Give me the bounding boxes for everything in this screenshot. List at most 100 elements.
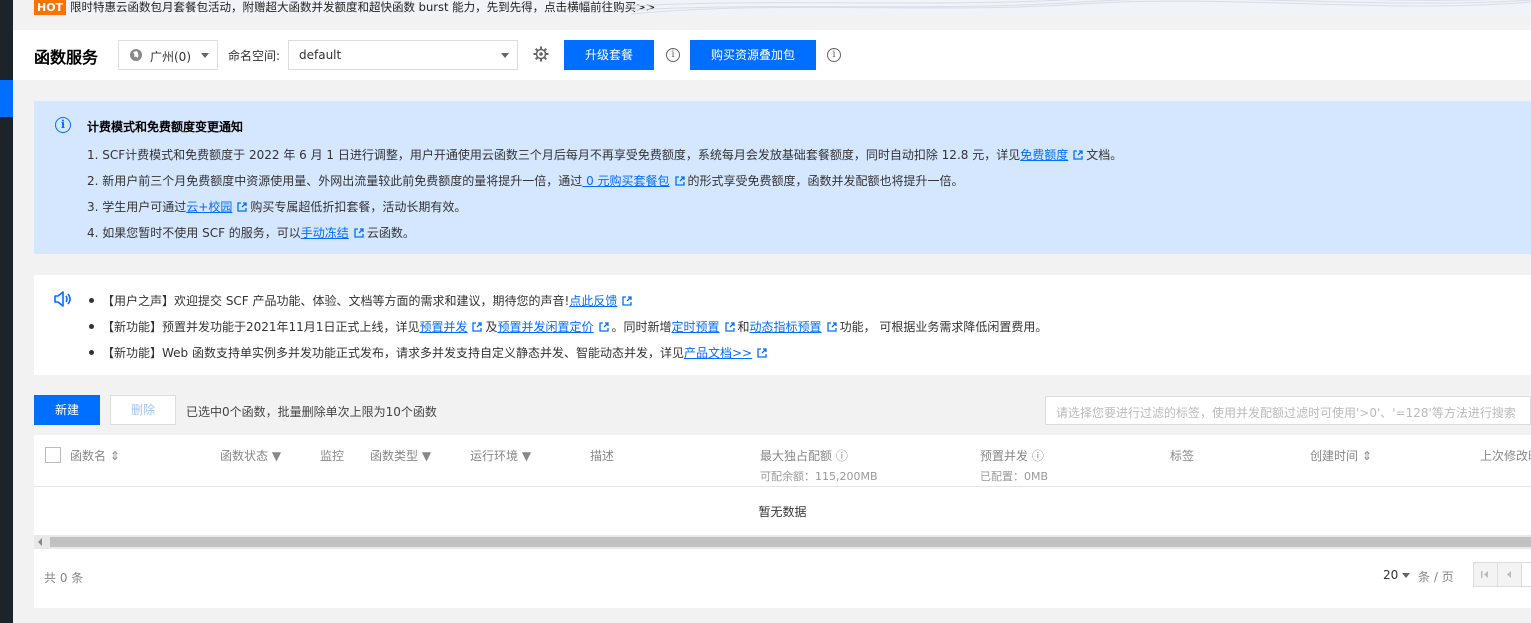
- column-modified[interactable]: 上次修改时: [1480, 447, 1531, 464]
- external-link-icon: [757, 348, 767, 358]
- buy-addon-button[interactable]: 购买资源叠加包: [690, 40, 816, 70]
- campus-link[interactable]: 云+校园: [186, 200, 232, 214]
- left-nav-active-indicator[interactable]: [0, 80, 13, 117]
- metric-provision-link[interactable]: 动态指标预置: [750, 320, 822, 334]
- chevron-down-icon: [1402, 573, 1411, 578]
- announcement-item-3: 【新功能】Web 函数支持单实例多并发功能正式发布，请求多并发支持自定义静态并发…: [89, 344, 770, 361]
- page-title: 函数服务: [34, 48, 99, 67]
- select-all-checkbox[interactable]: [45, 447, 61, 463]
- column-provisioned: 预置并发 ⓘ 已配置：0MB: [980, 447, 1048, 484]
- total-count: 共 0 条: [44, 571, 84, 585]
- column-tags: 标签: [1170, 449, 1195, 463]
- namespace-select[interactable]: default: [288, 40, 518, 70]
- announcement-3-text: 【新功能】Web 函数支持单实例多并发功能正式发布，请求多并发支持自定义静态并发…: [102, 346, 684, 360]
- notice-line-4: 4. 如果您暂时不使用 SCF 的服务，可以手动冻结 云函数。: [87, 224, 415, 241]
- selection-info: 已选中0个函数，批量删除单次上限为10个函数: [186, 405, 437, 419]
- product-docs-link[interactable]: 产品文档>>: [684, 346, 752, 360]
- empty-state: 暂无数据: [758, 505, 807, 519]
- notice-line-2-text: 2. 新用户前三个月免费额度中资源使用量、外网出流量较此前免费额度的量将提升一倍…: [87, 174, 583, 188]
- first-page-icon: [1481, 571, 1488, 578]
- scroll-left-arrow[interactable]: [38, 538, 42, 546]
- info-icon[interactable]: ⓘ: [1032, 449, 1044, 463]
- gear-icon[interactable]: [533, 46, 549, 62]
- provisioned-concurrency-link[interactable]: 预置并发: [419, 320, 467, 334]
- prev-page-button[interactable]: [1497, 562, 1522, 587]
- notice-line-4-tail: 云函数。: [366, 226, 415, 240]
- promo-banner-text[interactable]: 限时特惠云函数包月套餐包活动，附赠超大函数并发额度和超快函数 burst 能力，…: [70, 0, 655, 15]
- buy-package-link[interactable]: 0 元购买套餐包: [582, 174, 669, 188]
- delete-button[interactable]: 删除: [110, 395, 176, 425]
- announcement-item-1: 【用户之声】欢迎提交 SCF 产品功能、体验、文档等方面的需求和建议，期待您的声…: [89, 292, 635, 309]
- notice-line-3: 3. 学生用户可通过云+校园 购买专属超低折扣套餐，活动长期有效。: [87, 198, 466, 215]
- chevron-down-icon: [201, 53, 209, 58]
- notice-line-2-tail: 的形式享受免费额度，函数并发配额也将提升一倍。: [687, 174, 964, 188]
- column-status-label: 函数状态: [220, 449, 269, 463]
- column-created-label: 创建时间: [1310, 449, 1359, 463]
- region-value: 广州(0): [150, 50, 191, 64]
- search-placeholder: 请选择您要进行过滤的标签，使用并发配额过滤时可使用'>0'、'=128'等方法进…: [1056, 406, 1516, 420]
- new-function-button[interactable]: 新建: [34, 395, 100, 425]
- banner-wave-decoration: [631, 0, 1531, 15]
- announcement-panel: 【用户之声】欢迎提交 SCF 产品功能、体验、文档等方面的需求和建议，期待您的声…: [34, 275, 1531, 375]
- column-description: 描述: [590, 449, 615, 463]
- function-table: 函数名 ⇕ 函数状态 ▼ 监控 函数类型 ▼ 运行环境 ▼ 描述 最大独占配额 …: [34, 435, 1531, 608]
- notice-line-1-text: 1. SCF计费模式和免费额度于 2022 年 6 月 1 日进行调整，用户开通…: [87, 148, 1021, 162]
- column-type[interactable]: 函数类型 ▼: [370, 447, 431, 464]
- external-link-icon: [826, 322, 837, 332]
- column-runtime[interactable]: 运行环境 ▼: [470, 447, 531, 464]
- page-number-input[interactable]: [1521, 562, 1531, 587]
- prev-page-icon: [1507, 571, 1511, 578]
- column-name[interactable]: 函数名 ⇕: [70, 447, 120, 464]
- buy-info-icon[interactable]: i: [827, 48, 841, 62]
- scheduled-provision-link[interactable]: 定时预置: [672, 320, 720, 334]
- table-header: 函数名 ⇕ 函数状态 ▼ 监控 函数类型 ▼ 运行环境 ▼ 描述 最大独占配额 …: [34, 435, 1531, 487]
- notice-line-3-text: 3. 学生用户可通过: [87, 200, 187, 214]
- column-provisioned-label: 预置并发: [980, 449, 1029, 463]
- info-circle-icon: i: [55, 117, 71, 133]
- chevron-down-icon: [501, 53, 509, 58]
- region-select[interactable]: 广州(0): [118, 40, 218, 70]
- announcement-1-text: 【用户之声】欢迎提交 SCF 产品功能、体验、文档等方面的需求和建议，期待您的声…: [102, 294, 570, 308]
- external-link-icon: [724, 322, 735, 332]
- sort-icon: ⇕: [109, 449, 120, 463]
- namespace-value: default: [299, 48, 342, 62]
- provisioned-configured: 已配置：0MB: [980, 470, 1049, 483]
- external-link-icon: [354, 228, 364, 238]
- info-icon[interactable]: ⓘ: [836, 449, 848, 463]
- namespace-label: 命名空间:: [228, 49, 281, 63]
- free-quota-link[interactable]: 免费额度: [1020, 148, 1068, 162]
- page-size-unit: 条 / 页: [1418, 570, 1454, 584]
- column-monitor: 监控: [320, 449, 345, 463]
- speaker-icon: [54, 291, 71, 307]
- feedback-link[interactable]: 点此反馈: [569, 294, 617, 308]
- announcement-2-mid: 。同时新增: [611, 320, 672, 334]
- notice-line-3-tail: 购买专属超低折扣套餐，活动长期有效。: [250, 200, 467, 214]
- filter-icon: ▼: [421, 449, 432, 463]
- first-page-button[interactable]: [1473, 562, 1498, 587]
- upgrade-info-icon[interactable]: i: [666, 48, 680, 62]
- search-input[interactable]: 请选择您要进行过滤的标签，使用并发配额过滤时可使用'>0'、'=128'等方法进…: [1045, 396, 1531, 425]
- page-size-select[interactable]: 20: [1383, 568, 1411, 582]
- upgrade-plan-button[interactable]: 升级套餐: [564, 40, 654, 70]
- column-max-quota: 最大独占配额 ⓘ 可配余额：115,200MB: [760, 447, 878, 484]
- promo-banner[interactable]: HOT 限时特惠云函数包月套餐包活动，附赠超大函数并发额度和超快函数 burst…: [34, 0, 1531, 15]
- external-link-icon: [237, 202, 247, 212]
- scrollbar-thumb[interactable]: [50, 537, 1531, 547]
- external-link-icon: [674, 176, 685, 186]
- notice-line-2: 2. 新用户前三个月免费额度中资源使用量、外网出流量较此前免费额度的量将提升一倍…: [87, 172, 964, 189]
- billing-notice: i 计费模式和免费额度变更通知 1. SCF计费模式和免费额度于 2022 年 …: [34, 101, 1531, 254]
- notice-title: 计费模式和免费额度变更通知: [87, 120, 244, 134]
- external-link-icon: [598, 322, 609, 332]
- idle-pricing-link[interactable]: 预置并发闲置定价: [497, 320, 593, 334]
- column-runtime-label: 运行环境: [470, 449, 519, 463]
- announcement-2-conj: 及: [485, 320, 498, 334]
- left-nav-strip: [0, 0, 13, 623]
- filter-icon: ▼: [521, 449, 532, 463]
- horizontal-scrollbar[interactable]: [34, 535, 1531, 549]
- announcement-2-and: 和: [737, 320, 750, 334]
- column-created[interactable]: 创建时间 ⇕: [1310, 447, 1372, 464]
- manual-freeze-link[interactable]: 手动冻结: [301, 226, 349, 240]
- announcement-2-text: 【新功能】预置并发功能于2021年11月1日正式上线，详见: [102, 320, 420, 334]
- column-status[interactable]: 函数状态 ▼: [220, 447, 281, 464]
- notice-line-1: 1. SCF计费模式和免费额度于 2022 年 6 月 1 日进行调整，用户开通…: [87, 146, 1122, 163]
